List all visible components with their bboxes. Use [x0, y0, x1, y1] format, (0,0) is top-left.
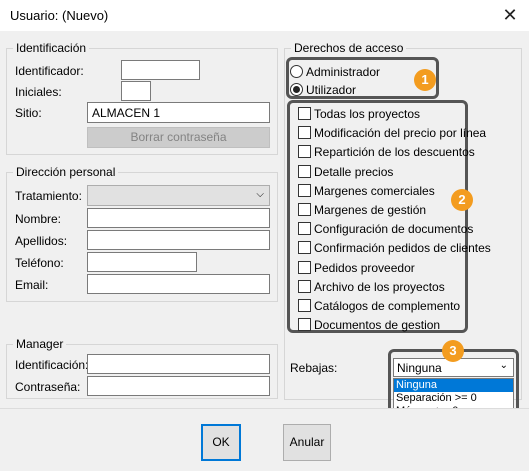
rebajas-label: Rebajas: [290, 361, 338, 375]
ok-button[interactable]: OK [201, 424, 241, 461]
badge-2: 2 [451, 189, 473, 211]
iniciales-label: Iniciales: [15, 85, 62, 99]
permission-checkbox-label: Modificación del precio por línea [314, 126, 487, 141]
permission-checkbox-label: Archivo de los proyectos [314, 279, 445, 294]
sitio-select[interactable]: ALMACEN 1 [87, 102, 270, 123]
apellidos-field[interactable] [87, 230, 270, 250]
manager-identificacion-field[interactable] [87, 354, 270, 374]
derechos-group-label: Derechos de acceso [291, 41, 407, 55]
permission-checkbox-label: Confirmación pedidos de clientes [314, 241, 491, 256]
permission-checkbox-label: Repartición de los descuentos [314, 145, 475, 160]
sitio-select-value: ALMACEN 1 [92, 106, 161, 120]
manager-group-label: Manager [13, 337, 67, 351]
identificacion-group: Identificación Identificador: Iniciales:… [6, 41, 278, 155]
telefono-label: Teléfono: [15, 256, 64, 270]
window-title: Usuario: (Nuevo) [10, 8, 109, 23]
permission-checkbox[interactable] [298, 318, 311, 332]
identificacion-group-label: Identificación [13, 41, 90, 55]
badge-1: 1 [414, 69, 436, 91]
permission-checkbox-label: Margenes de gestión [314, 203, 427, 217]
permission-checkbox[interactable] [298, 183, 311, 197]
email-label: Email: [15, 278, 49, 292]
direccion-group-label: Dirección personal [13, 165, 119, 179]
identificador-label: Identificador: [15, 64, 84, 78]
close-icon[interactable]: ✕ [499, 4, 521, 26]
permission-checkbox[interactable] [298, 203, 311, 216]
permission-checkbox[interactable] [298, 164, 311, 178]
permission-checkbox-label: Catálogos de complemento [314, 299, 461, 313]
radio-administrador-button[interactable] [290, 65, 303, 78]
nombre-field[interactable] [87, 208, 270, 228]
dialog-body: Identificación Identificador: Iniciales:… [0, 31, 529, 471]
borrar-contrasena-button[interactable]: Borrar contraseña [87, 127, 270, 148]
apellidos-label: Apellidos: [15, 234, 68, 248]
rebajas-option[interactable]: Separación >= 0 [394, 392, 513, 405]
email-field[interactable] [87, 274, 270, 294]
direccion-group: Dirección personal Tratamiento: ⌵ Nombre… [6, 165, 278, 302]
sitio-label: Sitio: [15, 106, 42, 120]
permission-checkbox[interactable] [298, 222, 311, 236]
permission-checkbox[interactable] [298, 107, 311, 120]
permission-checkbox-label: Margenes comerciales [314, 183, 435, 198]
rebajas-select-value: Ninguna [397, 361, 442, 375]
permission-checkbox[interactable] [298, 299, 311, 312]
tratamiento-select[interactable]: ⌵ [87, 185, 270, 206]
permission-checkbox[interactable] [298, 260, 311, 274]
badge-3: 3 [442, 340, 464, 362]
manager-contrasena-field[interactable] [87, 376, 270, 396]
manager-group: Manager Identificación: Contraseña: [6, 337, 278, 399]
telefono-field[interactable] [87, 252, 197, 272]
permission-checkbox-label: Pedidos proveedor [314, 260, 415, 275]
manager-contrasena-label: Contraseña: [15, 380, 81, 394]
button-bar: OK Anular [0, 408, 529, 471]
permission-checkbox-label: Configuración de documentos [314, 222, 474, 237]
permission-checkbox-label: Detalle precios [314, 164, 394, 179]
tratamiento-label: Tratamiento: [15, 189, 82, 203]
permission-checkbox[interactable] [298, 241, 311, 255]
chevron-down-icon: ⌵ [256, 189, 264, 200]
anular-button[interactable]: Anular [283, 424, 331, 461]
chevron-down-icon: ⌄ [499, 360, 508, 371]
radio-utilizador-button[interactable] [290, 83, 303, 96]
permission-checkbox-label: Documentos de gestion [314, 318, 441, 333]
permission-checkbox[interactable] [298, 126, 311, 140]
rebajas-option[interactable]: Ninguna [394, 379, 513, 392]
permission-checkbox-label: Todas los proyectos [314, 107, 421, 121]
permission-checkbox[interactable] [298, 279, 311, 293]
radio-utilizador-label: Utilizador [306, 83, 357, 97]
iniciales-field[interactable] [121, 81, 151, 101]
title-bar: Usuario: (Nuevo) ✕ [0, 0, 529, 31]
permission-checkbox[interactable] [298, 145, 311, 159]
radio-administrador-label: Administrador [306, 65, 381, 79]
manager-identificacion-label: Identificación: [15, 358, 89, 372]
nombre-label: Nombre: [15, 212, 62, 226]
identificador-field[interactable] [121, 60, 200, 80]
